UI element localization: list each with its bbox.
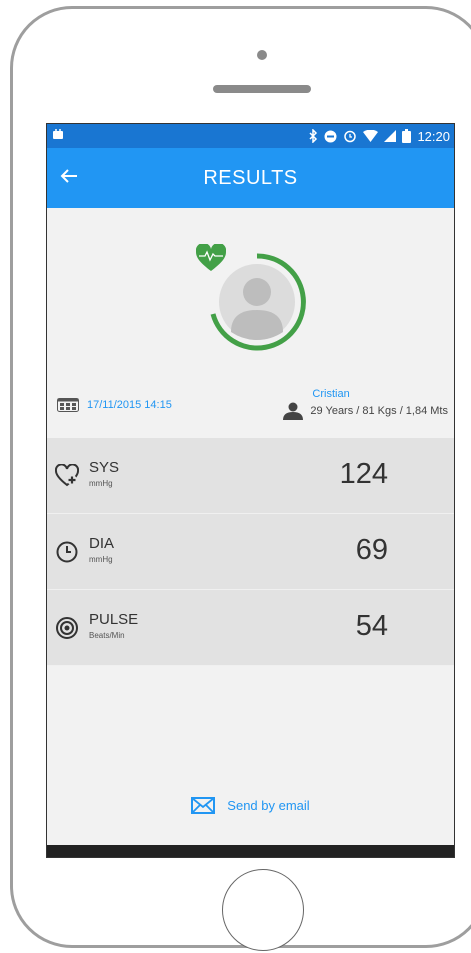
app-screen: 12:20 RESULTS 17/11/2015 14:15 Cristian … (46, 123, 455, 858)
page-title: RESULTS (203, 167, 298, 189)
user-details: 29 Years / 81 Kgs / 1,84 Mts (310, 405, 448, 417)
heart-plus-icon (55, 464, 79, 487)
user-info: Cristian 29 Years / 81 Kgs / 1,84 Mts (282, 388, 448, 420)
battery-icon (402, 129, 412, 143)
status-time: 12:20 (417, 128, 450, 144)
clock-icon (56, 541, 78, 563)
reading-row-pulse: PULSE Beats/Min 54 (47, 590, 454, 666)
home-button[interactable] (222, 869, 304, 951)
speaker-grille (213, 85, 311, 93)
profile-area: 17/11/2015 14:15 Cristian 29 Years / 81 … (47, 208, 454, 438)
calendar-icon (57, 398, 79, 412)
reading-label: SYS (89, 459, 120, 476)
target-icon (56, 617, 78, 639)
send-email-label: Send by email (227, 798, 310, 813)
android-icon (53, 129, 63, 139)
reading-label: DIA (89, 535, 115, 552)
bluetooth-icon (309, 129, 318, 143)
camera-dot (257, 50, 267, 60)
reading-unit: mmHg (89, 479, 113, 488)
do-not-disturb-icon (324, 130, 337, 142)
status-bar: 12:20 (47, 124, 454, 148)
reading-unit: mmHg (89, 555, 113, 564)
alarm-icon (344, 130, 357, 143)
reading-row-dia: DIA mmHg 69 (47, 514, 454, 590)
app-bar: RESULTS (47, 148, 454, 208)
user-name: Cristian (312, 388, 350, 400)
date-text: 17/11/2015 14:15 (87, 399, 172, 411)
navigation-bar (47, 845, 454, 857)
reading-value: 69 (355, 534, 388, 566)
reading-value: 54 (355, 610, 388, 642)
reading-unit: Beats/Min (89, 631, 125, 640)
send-email-button[interactable]: Send by email (47, 797, 454, 814)
reading-value: 124 (339, 458, 388, 490)
measurement-date: 17/11/2015 14:15 (57, 398, 172, 412)
signal-icon (384, 130, 397, 142)
reading-label: PULSE (89, 611, 139, 628)
reading-row-sys: SYS mmHg 124 (47, 438, 454, 514)
mail-icon (191, 797, 216, 814)
readings-list: SYS mmHg 124 DIA mmHg 69 PULSE Beats/Min… (47, 438, 454, 666)
user-icon (283, 402, 304, 420)
heart-rate-icon (196, 244, 226, 271)
wifi-icon (363, 130, 379, 142)
